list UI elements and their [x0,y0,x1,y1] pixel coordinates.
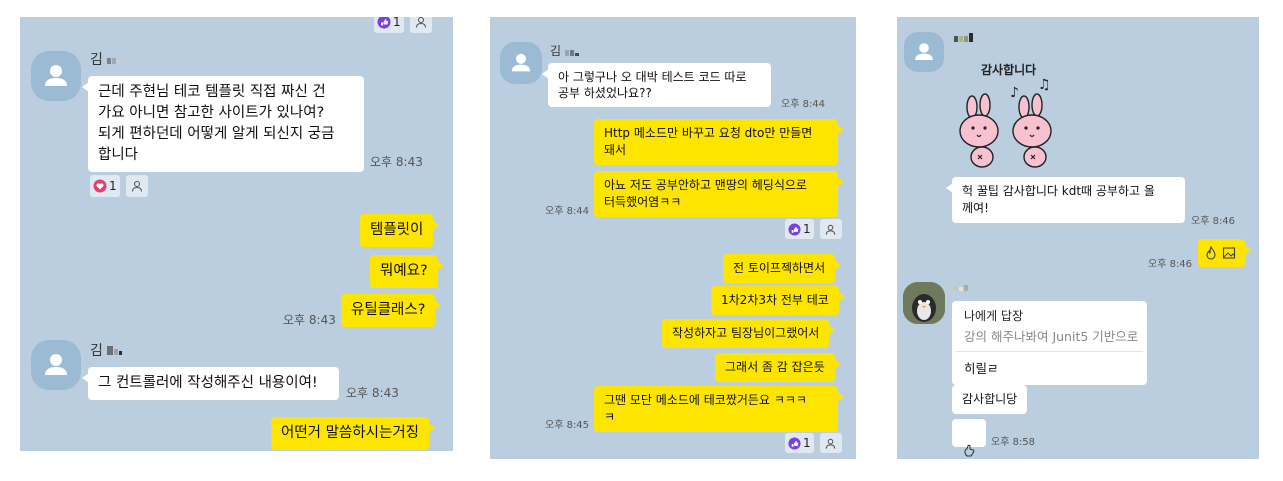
chat-panel-3[interactable]: 감사합니다 ♪ ♫ 헉 꿀팁 감사합니다 kdt때 공부하고 올 께여! 오후 … [897,17,1259,459]
reply-text: 히릴ㄹ [964,361,999,376]
top-reaction-bar: 1 [374,17,432,33]
avatar[interactable] [500,42,542,84]
reply-quoted-text: 강의 해주나봐여 Junit5 기반으로 [964,329,1139,344]
reply-message-bubble[interactable]: 나에게 답장 강의 해주나봐여 Junit5 기반으로 히릴ㄹ [952,301,1147,385]
react-person-icon-button[interactable] [819,219,842,239]
sender-name [954,31,974,46]
avatar[interactable] [904,32,944,72]
my-message-bubble[interactable]: 그땐 모단 메소드에 테코짰거든요 ㅋㅋㅋ ㅋ [594,386,844,432]
react-person-icon-button[interactable] [409,17,432,33]
message-bubble[interactable]: 헉 꿀팁 감사합니다 kdt때 공부하고 올 께여! [946,177,1185,223]
default-profile-icon [45,65,67,86]
my-message-bubble[interactable]: Http 메소드만 바꾸고 요청 dto만 만들면 돼서 [594,119,844,165]
heart-icon [93,179,107,193]
message-time: 오후 8:44 [545,206,590,217]
message-time: 오후 8:45 [545,420,590,431]
my-message-bubble[interactable]: 1차2차3차 전부 테코 [711,286,845,315]
my-message-bubble[interactable]: 작성하자고 팀장님이그랬어서 [662,319,836,348]
message-bubble[interactable]: 근데 주현님 테코 템플릿 직접 짜신 건 가요 아니면 참고한 사이트가 있나… [82,76,364,172]
react-person-icon-button[interactable] [125,175,148,197]
svg-text:♪: ♪ [1010,85,1019,101]
avatar[interactable] [903,282,945,324]
message-time: 오후 8:58 [991,437,1036,448]
my-message-bubble[interactable] [1198,239,1251,267]
my-message-bubble[interactable]: 템플릿이 [360,214,440,247]
chat-panel-2[interactable]: 김 아 그렇구나 오 대박 테스트 코드 따로 공부 하셨었나요?? 오후 8:… [490,17,856,459]
message-time: 오후 8:44 [781,99,826,110]
sender-name: 김 [550,42,580,59]
person-icon [825,224,836,235]
reaction-bar: 1 [785,433,842,453]
blurred-name [107,52,122,68]
fire-icon [1206,246,1216,260]
message-time: 오후 8:43 [283,313,336,327]
like-icon [788,436,801,450]
like-reaction-chip[interactable]: 1 [785,433,814,453]
hand-emoji-icon [964,444,975,457]
emoji-message-bubble[interactable] [952,419,986,457]
my-message-bubble[interactable]: 뭐예요? [370,255,444,288]
reply-quote-header[interactable]: 나에게 답장 강의 해주나봐여 Junit5 기반으로 [956,301,1143,352]
message-time: 오후 8:43 [346,386,399,400]
my-message-bubble[interactable]: 아뇨 저도 공부안하고 맨땅의 헤딩식으로 터득했어염ㅋㅋ [594,171,844,217]
chat-panel-1[interactable]: 1 김 근데 주현님 테코 템플릿 직접 짜신 건 가요 아니면 참고한 사이트… [20,17,453,451]
default-profile-icon [511,53,531,72]
my-message-bubble[interactable]: 유틸클래스? [341,294,442,327]
blurred-name [954,31,974,46]
reply-title: 나에게 답장 [964,309,1024,323]
reaction-bar: 1 [90,175,148,197]
react-person-icon-button[interactable] [819,433,842,453]
message-bubble[interactable]: 감사합니당 [952,385,1028,414]
sender-name: 김 [90,340,123,360]
like-icon [788,222,801,236]
person-icon [131,180,142,192]
message-bubble[interactable]: 아 그렇구나 오 대박 테스트 코드 따로 공부 하셨었나요?? [542,63,771,107]
like-reaction-chip[interactable]: 1 [785,219,814,239]
like-reaction-chip[interactable]: 1 [374,17,404,33]
default-profile-icon [45,354,67,375]
sender-name [954,280,969,295]
message-time: 오후 8:46 [1191,216,1236,227]
my-message-bubble[interactable]: 전 토이프젝하면서 [723,254,842,283]
avatar[interactable] [31,340,81,390]
blurred-name [107,343,123,359]
message-time: 오후 8:43 [370,155,423,169]
person-icon [825,438,836,449]
my-message-bubble[interactable]: 어떤거 말씀하시는거징 [271,417,436,450]
penguin-profile-icon [903,282,945,324]
like-icon [377,17,391,29]
rabbit-sticker-icon[interactable]: ♪ ♫ [952,75,1082,173]
heart-reaction-chip[interactable]: 1 [90,175,120,197]
person-icon [415,17,426,28]
blurred-name [564,45,580,59]
svg-text:♫: ♫ [1038,77,1051,93]
sender-name: 김 [90,49,122,69]
image-icon [1222,247,1236,259]
message-time: 오후 8:46 [1148,259,1193,270]
avatar[interactable] [31,51,81,101]
reaction-bar: 1 [785,219,842,239]
blurred-name [954,280,969,295]
default-profile-icon [915,43,933,60]
my-message-bubble[interactable]: 그래서 좀 감 잡은듯 [715,353,841,382]
message-bubble[interactable]: 그 컨트롤러에 작성해주신 내용이여! [82,367,339,400]
